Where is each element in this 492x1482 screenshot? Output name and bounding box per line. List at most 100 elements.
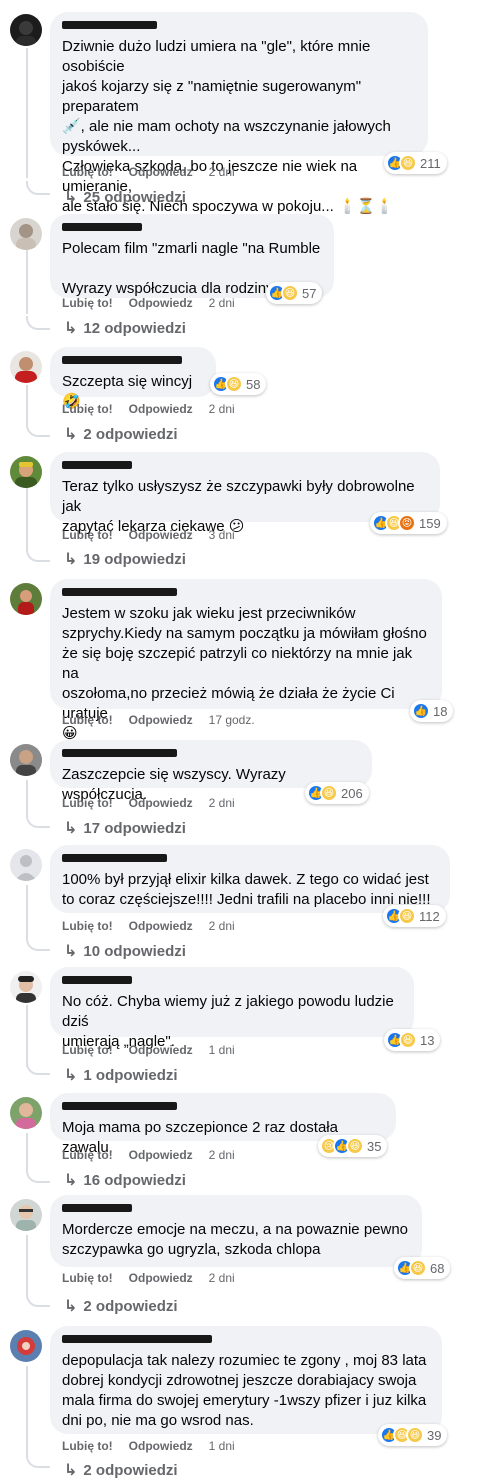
comment-bubble: No cóż. Chyba wiemy już z jakiego powodu… (50, 967, 414, 1050)
reply-button[interactable]: Odpowiedz (129, 713, 193, 727)
comments-feed: Dziwnie dużo ludzi umiera na "gle", któr… (0, 0, 492, 1482)
reaction-count: 18 (433, 703, 448, 719)
like-button[interactable]: Lubię to! (62, 402, 113, 416)
view-replies-link[interactable]: ↳ 10 odpowiedzi (64, 941, 186, 961)
view-replies-link[interactable]: ↳ 17 odpowiedzi (64, 818, 186, 838)
comment-9: Mordercze emocje na meczu, a na powaznie… (0, 1195, 492, 1320)
comment-bubble: Dziwnie dużo ludzi umiera na "gle", któr… (50, 12, 428, 215)
view-replies-link[interactable]: ↳ 12 odpowiedzi (64, 318, 186, 338)
avatar[interactable] (10, 14, 42, 46)
view-replies-link[interactable]: ↳ 2 odpowiedzi (64, 1296, 178, 1316)
author-name-redacted[interactable] (62, 223, 142, 231)
reactions-summary[interactable]: 👍 😆 57 (266, 282, 323, 304)
like-button[interactable]: Lubię to! (62, 713, 113, 727)
avatar[interactable] (10, 1330, 42, 1362)
reaction-count: 68 (430, 1260, 445, 1276)
comment-bubble: Szczepta się wincyj🤣 (50, 347, 216, 410)
like-button[interactable]: Lubię to! (62, 1148, 113, 1162)
avatar[interactable] (10, 971, 42, 1003)
reaction-count: 13 (420, 1032, 435, 1048)
reactions-summary[interactable]: 👍 😆 58 (210, 373, 267, 395)
avatar[interactable] (10, 218, 42, 250)
view-replies-link[interactable]: ↳ 25 odpowiedzi (64, 187, 186, 207)
haha-reaction-icon: 😆 (399, 1031, 417, 1049)
like-button[interactable]: Lubię to! (62, 919, 113, 933)
haha-reaction-icon: 😆 (406, 1426, 424, 1444)
comment-bubble: 100% był przyjął elixir kilka dawek. Z t… (50, 845, 450, 913)
timestamp[interactable]: 3 dni (209, 528, 235, 542)
reply-button[interactable]: Odpowiedz (129, 796, 193, 810)
like-button[interactable]: Lubię to! (62, 1271, 113, 1285)
reply-button[interactable]: Odpowiedz (129, 919, 193, 933)
reply-button[interactable]: Odpowiedz (129, 402, 193, 416)
comment-7: No cóż. Chyba wiemy już z jakiego powodu… (0, 965, 492, 1090)
view-replies-link[interactable]: ↳ 16 odpowiedzi (64, 1170, 186, 1190)
author-name-redacted[interactable] (62, 21, 157, 29)
avatar[interactable] (10, 583, 42, 615)
comment-bubble: depopulacja tak nalezy rozumiec te zgony… (50, 1326, 442, 1434)
reaction-count: 211 (420, 155, 441, 171)
author-name-redacted[interactable] (62, 1335, 212, 1343)
timestamp[interactable]: 2 dni (209, 919, 235, 933)
reply-button[interactable]: Odpowiedz (129, 1271, 193, 1285)
reply-button[interactable]: Odpowiedz (129, 528, 193, 542)
reply-button[interactable]: Odpowiedz (129, 296, 193, 310)
comment-6: 100% był przyjął elixir kilka dawek. Z t… (0, 845, 492, 965)
avatar[interactable] (10, 456, 42, 488)
avatar[interactable] (10, 849, 42, 881)
author-name-redacted[interactable] (62, 588, 177, 596)
haha-reaction-icon: 😆 (399, 154, 417, 172)
timestamp[interactable]: 2 dni (209, 1271, 235, 1285)
avatar[interactable] (10, 351, 42, 383)
reactions-summary[interactable]: 👍 18 (410, 700, 454, 722)
like-button[interactable]: Lubię to! (62, 165, 113, 179)
timestamp[interactable]: 1 dni (209, 1043, 235, 1057)
author-name-redacted[interactable] (62, 749, 177, 757)
reactions-summary[interactable]: 👍 😆 211 (384, 152, 447, 174)
view-replies-link[interactable]: ↳ 2 odpowiedzi (64, 1460, 178, 1480)
avatar[interactable] (10, 744, 42, 776)
haha-reaction-icon: 😆 (225, 375, 243, 393)
reaction-count: 58 (246, 376, 261, 392)
like-button[interactable]: Lubię to! (62, 1439, 113, 1453)
like-button[interactable]: Lubię to! (62, 528, 113, 542)
author-name-redacted[interactable] (62, 1204, 132, 1212)
view-replies-link[interactable]: ↳ 19 odpowiedzi (64, 549, 186, 569)
author-name-redacted[interactable] (62, 356, 182, 364)
author-name-redacted[interactable] (62, 461, 132, 469)
timestamp[interactable]: 17 godz. (209, 713, 255, 727)
avatar[interactable] (10, 1097, 42, 1129)
author-name-redacted[interactable] (62, 1102, 177, 1110)
timestamp[interactable]: 2 dni (209, 296, 235, 310)
reply-arrow-icon: ↳ (64, 820, 78, 837)
reactions-summary[interactable]: 👍 😆 206 (305, 782, 369, 804)
like-button[interactable]: Lubię to! (62, 796, 113, 810)
view-replies-link[interactable]: ↳ 1 odpowiedzi (64, 1065, 178, 1085)
author-name-redacted[interactable] (62, 854, 167, 862)
reply-button[interactable]: Odpowiedz (129, 1439, 193, 1453)
reply-arrow-icon: ↳ (64, 1298, 78, 1315)
timestamp[interactable]: 2 dni (209, 402, 235, 416)
reaction-count: 35 (367, 1138, 382, 1154)
reaction-count: 206 (341, 785, 363, 801)
timestamp[interactable]: 2 dni (209, 165, 235, 179)
avatar[interactable] (10, 1199, 42, 1231)
comment-text: Mordercze emocje na meczu, a na powaznie… (62, 1221, 409, 1258)
author-name-redacted[interactable] (62, 976, 132, 984)
comment-1: Polecam film "zmarli nagle "na Rumble Wy… (0, 210, 492, 350)
reply-button[interactable]: Odpowiedz (129, 1043, 193, 1057)
timestamp[interactable]: 2 dni (209, 796, 235, 810)
reactions-summary[interactable]: 😢 👍 😆 35 (318, 1135, 388, 1157)
like-button[interactable]: Lubię to! (62, 1043, 113, 1057)
reactions-summary[interactable]: 👍 😆 112 (383, 905, 446, 927)
view-replies-link[interactable]: ↳ 2 odpowiedzi (64, 424, 178, 444)
timestamp[interactable]: 1 dni (209, 1439, 235, 1453)
like-button[interactable]: Lubię to! (62, 296, 113, 310)
reply-button[interactable]: Odpowiedz (129, 1148, 193, 1162)
reactions-summary[interactable]: 👍 😆 68 (394, 1257, 451, 1279)
timestamp[interactable]: 2 dni (209, 1148, 235, 1162)
reactions-summary[interactable]: 👍 😆 13 (384, 1029, 441, 1051)
reactions-summary[interactable]: 👍 😆 😆 39 (378, 1424, 448, 1446)
reactions-summary[interactable]: 👍 😆 😡 159 (370, 512, 447, 534)
reply-button[interactable]: Odpowiedz (129, 165, 193, 179)
